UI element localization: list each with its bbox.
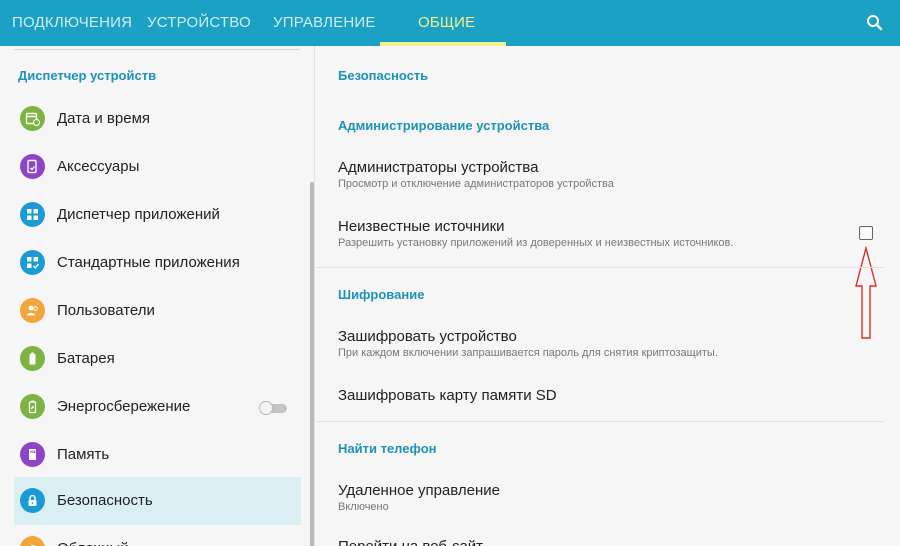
sidebar-item-security[interactable]: Безопасность [14, 477, 301, 525]
accessory-icon [20, 154, 45, 179]
memory-icon [20, 442, 45, 467]
sidebar-item-label: Дата и время [57, 110, 151, 127]
cloud-icon [20, 536, 45, 546]
setting-subtitle: Включено [338, 501, 389, 513]
section-divider [316, 421, 884, 422]
lock-icon [20, 488, 45, 513]
setting-title: Неизвестные источники [338, 218, 505, 235]
search-icon [867, 15, 883, 31]
section-header-admin: Администрирование устройства [338, 118, 550, 133]
power-saving-icon [20, 394, 45, 419]
sidebar-item-memory[interactable]: Память [14, 431, 301, 479]
page-title: Безопасность [338, 68, 429, 83]
calendar-clock-icon [20, 106, 45, 131]
unknown-sources-checkbox[interactable] [859, 226, 873, 240]
power-saving-toggle[interactable] [259, 401, 287, 415]
section-header-encryption: Шифрование [338, 287, 425, 302]
search-button[interactable] [862, 11, 888, 35]
sidebar-item-battery[interactable]: Батарея [14, 335, 301, 383]
sidebar-item-default-apps[interactable]: Стандартные приложения [14, 239, 301, 287]
sidebar-item-label: Пользователи [57, 302, 155, 319]
setting-subtitle: Разрешить установку приложений из довере… [338, 237, 734, 249]
setting-subtitle: При каждом включении запрашивается парол… [338, 347, 718, 359]
users-icon [20, 298, 45, 323]
setting-title: Перейти на веб-сайт [338, 538, 483, 546]
left-scrollbar[interactable] [310, 182, 314, 546]
sidebar-item-users[interactable]: Пользователи [14, 287, 301, 335]
sidebar-item-cloud[interactable]: Облачный [14, 525, 301, 546]
annotation-arrow [855, 246, 877, 339]
tab-connections[interactable]: ПОДКЛЮЧЕНИЯ [12, 0, 132, 46]
apps-grid-icon [20, 202, 45, 227]
battery-icon [20, 346, 45, 371]
sidebar-item-label: Безопасность [57, 492, 153, 509]
sidebar-item-label: Облачный [57, 525, 129, 546]
left-panel-header: Диспетчер устройств [18, 68, 157, 83]
sidebar-item-label: Энергосбережение [57, 398, 191, 415]
left-top-divider [14, 49, 300, 50]
sidebar-item-label: Аксессуары [57, 158, 140, 175]
setting-subtitle: Просмотр и отключение администраторов ус… [338, 178, 614, 190]
sidebar-item-power-saving[interactable]: Энергосбережение [14, 383, 301, 431]
setting-title: Зашифровать устройство [338, 328, 517, 345]
setting-title: Администраторы устройства [338, 159, 539, 176]
sidebar-item-app-manager[interactable]: Диспетчер приложений [14, 191, 301, 239]
sidebar-item-label: Память [57, 446, 110, 463]
tab-general[interactable]: ОБЩИЕ [418, 0, 475, 46]
setting-title: Зашифровать карту памяти SD [338, 387, 557, 404]
top-tab-bar: ПОДКЛЮЧЕНИЯ УСТРОЙСТВО УПРАВЛЕНИЕ ОБЩИЕ [0, 0, 900, 46]
sidebar-item-label: Стандартные приложения [57, 254, 240, 271]
tab-controls[interactable]: УПРАВЛЕНИЕ [273, 0, 376, 46]
sidebar-item-label: Батарея [57, 350, 115, 367]
tab-device[interactable]: УСТРОЙСТВО [147, 0, 251, 46]
sidebar-item-accessories[interactable]: Аксессуары [14, 143, 301, 191]
security-settings-panel: Безопасность Администрирование устройств… [316, 46, 900, 546]
section-divider [316, 267, 884, 268]
setting-title: Удаленное управление [338, 482, 500, 499]
toggle-thumb [259, 401, 273, 415]
sidebar-item-date-time[interactable]: Дата и время [14, 95, 301, 143]
left-nav-panel: Диспетчер устройств Дата и время Аксессу… [0, 46, 315, 546]
apps-check-icon [20, 250, 45, 275]
section-header-find-phone: Найти телефон [338, 441, 437, 456]
sidebar-item-label: Диспетчер приложений [57, 206, 220, 223]
